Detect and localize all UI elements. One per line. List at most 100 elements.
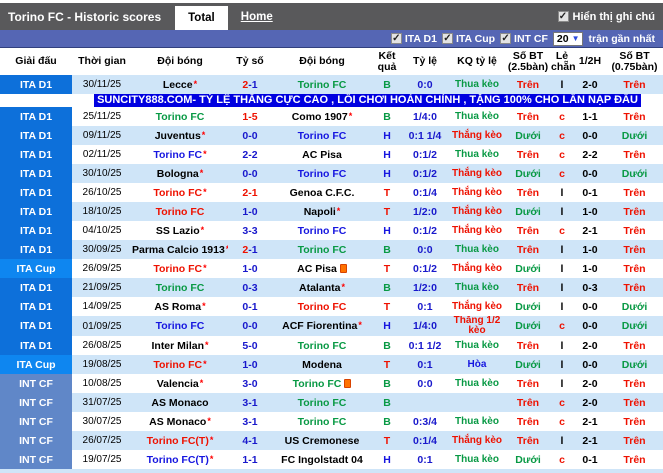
- show-notes-toggle[interactable]: ✓ Hiển thị ghi chú: [557, 3, 655, 30]
- away-team: Torino FC: [272, 374, 372, 393]
- home-team: SS Lazio*: [132, 221, 228, 240]
- handicap-odds: 0:1 1/2: [402, 336, 448, 355]
- home-team: Torino FC: [132, 316, 228, 336]
- note-star: *: [205, 339, 209, 350]
- match-date: 02/11/25: [72, 145, 132, 164]
- handicap-result: Thắng kèo: [448, 164, 506, 183]
- away-team: Torino FC: [272, 412, 372, 431]
- score: 1-0: [228, 259, 272, 278]
- away-team: Torino FC: [272, 297, 372, 316]
- table-row: ITA Cup 26/09/25 Torino FC* 1-0 AC Pisa T 0:1/…: [0, 259, 663, 278]
- handicap-odds: 0:1: [402, 450, 448, 469]
- table-row: INT CF 26/07/25 Torino FC(T)* 4-1 US Cremone…: [0, 431, 663, 450]
- checkbox-icon[interactable]: ✓: [557, 11, 569, 22]
- home-team: AS Roma*: [132, 297, 228, 316]
- team-name: FC Ingolstadt 04: [281, 453, 363, 466]
- over-under-0-75: Trên: [606, 202, 663, 221]
- team-name: Torino FC: [297, 78, 347, 91]
- league-badge: ITA D1: [0, 107, 72, 126]
- league-badge: ITA D1: [0, 202, 72, 221]
- checkbox-icon[interactable]: ✓: [390, 33, 402, 44]
- result-letter: T: [372, 259, 402, 278]
- team-name: Torino FC: [153, 358, 203, 371]
- half-time-score: 2-0: [574, 393, 606, 412]
- score: 1-0: [228, 355, 272, 374]
- half-time-score: 2-1: [574, 412, 606, 431]
- note-star: *: [209, 453, 214, 464]
- half-time-score: 2-0: [574, 374, 606, 393]
- over-under-0-75: Dưới: [606, 297, 663, 316]
- over-under-0-75: Trên: [606, 259, 663, 278]
- col-header-odds-result: KQ tỷ lệ: [448, 48, 506, 75]
- match-date: 30/11/25: [72, 75, 132, 94]
- away-goals: -0: [248, 129, 258, 142]
- result-letter: H: [372, 145, 402, 164]
- away-team: Torino FC: [272, 393, 372, 412]
- away-goals: -1: [248, 300, 258, 313]
- tab-total[interactable]: Total: [175, 6, 228, 30]
- away-team: Napoli*: [272, 202, 372, 221]
- tab-home[interactable]: Home: [228, 3, 286, 30]
- away-goals: -0: [248, 358, 258, 371]
- note-star: *: [341, 281, 345, 292]
- checkbox-icon[interactable]: ✓: [441, 33, 453, 44]
- handicap-result: Thắng kèo: [448, 259, 506, 278]
- col-header-half-time: 1/2H: [574, 48, 606, 75]
- table-row: ITA D1 30/11/25 Lecce* 2-1 Torino FC B 0:0 Thua…: [0, 75, 663, 94]
- handicap-odds: 0:0: [402, 374, 448, 393]
- handicap-result: Thua kèo: [448, 75, 506, 94]
- match-count-select[interactable]: 20 ▼: [552, 31, 584, 46]
- result-letter: T: [372, 202, 402, 221]
- ad-banner-link[interactable]: SUNCITY888.COM- TỶ LỆ THẮNG CỰC CAO , LỐ…: [94, 94, 641, 107]
- note-star: *: [199, 167, 204, 178]
- col-header-date: Thời gian: [72, 48, 132, 75]
- note-star: *: [201, 129, 206, 140]
- col-header-home-team: Đội bóng: [132, 48, 228, 75]
- score: 1-1: [228, 450, 272, 469]
- match-date: 14/09/25: [72, 297, 132, 316]
- handicap-odds: 0:1/4: [402, 183, 448, 202]
- handicap-odds: 1/4:0: [402, 107, 448, 126]
- match-date: 26/09/25: [72, 259, 132, 278]
- result-letter: T: [372, 183, 402, 202]
- match-date: 21/09/25: [72, 278, 132, 297]
- handicap-odds: 0:1/2: [402, 221, 448, 240]
- score: 2-1: [228, 240, 272, 259]
- result-letter: H: [372, 164, 402, 183]
- result-letter: H: [372, 316, 402, 336]
- over-under-0-75: Trên: [606, 278, 663, 297]
- col-header-league: Giải đấu: [0, 48, 72, 75]
- team-name: Torino FC: [297, 224, 347, 237]
- handicap-odds: 0:1: [402, 355, 448, 374]
- away-team: Como 1907*: [272, 107, 372, 126]
- odd-even: c: [550, 316, 574, 336]
- filter-label: INT CF: [514, 32, 548, 45]
- note-star: *: [348, 110, 353, 121]
- handicap-result: Thua kèo: [448, 374, 506, 393]
- over-under-2-5: Trên: [506, 240, 550, 259]
- half-time-score: 2-2: [574, 145, 606, 164]
- handicap-result: Hòa: [448, 355, 506, 374]
- team-name: Inter Milan: [151, 339, 204, 352]
- away-goals: -1: [248, 453, 258, 466]
- match-date: 30/09/25: [72, 240, 132, 259]
- home-team: Torino FC: [132, 202, 228, 221]
- table-row: INT CF 31/07/25 AS Monaco 3-1 Torino FC B Trên…: [0, 393, 663, 412]
- checkbox-icon[interactable]: ✓: [500, 33, 512, 44]
- filter-int-cf[interactable]: ✓ INT CF: [500, 33, 548, 45]
- team-name: Bologna: [156, 167, 199, 180]
- filter-ita-cup[interactable]: ✓ ITA Cup: [441, 33, 495, 45]
- half-time-score: 1-0: [574, 202, 606, 221]
- odd-even: c: [550, 221, 574, 240]
- handicap-result: Thắng 1/2 kèo: [448, 316, 506, 336]
- league-badge: ITA D1: [0, 145, 72, 164]
- half-time-score: 0-0: [574, 355, 606, 374]
- handicap-result: Thua kèo: [448, 145, 506, 164]
- result-letter: B: [372, 240, 402, 259]
- filter-ita-d1[interactable]: ✓ ITA D1: [390, 33, 437, 45]
- team-name: Atalanta: [299, 281, 341, 294]
- match-date: 31/07/25: [72, 393, 132, 412]
- odd-even: l: [550, 355, 574, 374]
- score: 3-1: [228, 393, 272, 412]
- card-icon: [339, 264, 347, 274]
